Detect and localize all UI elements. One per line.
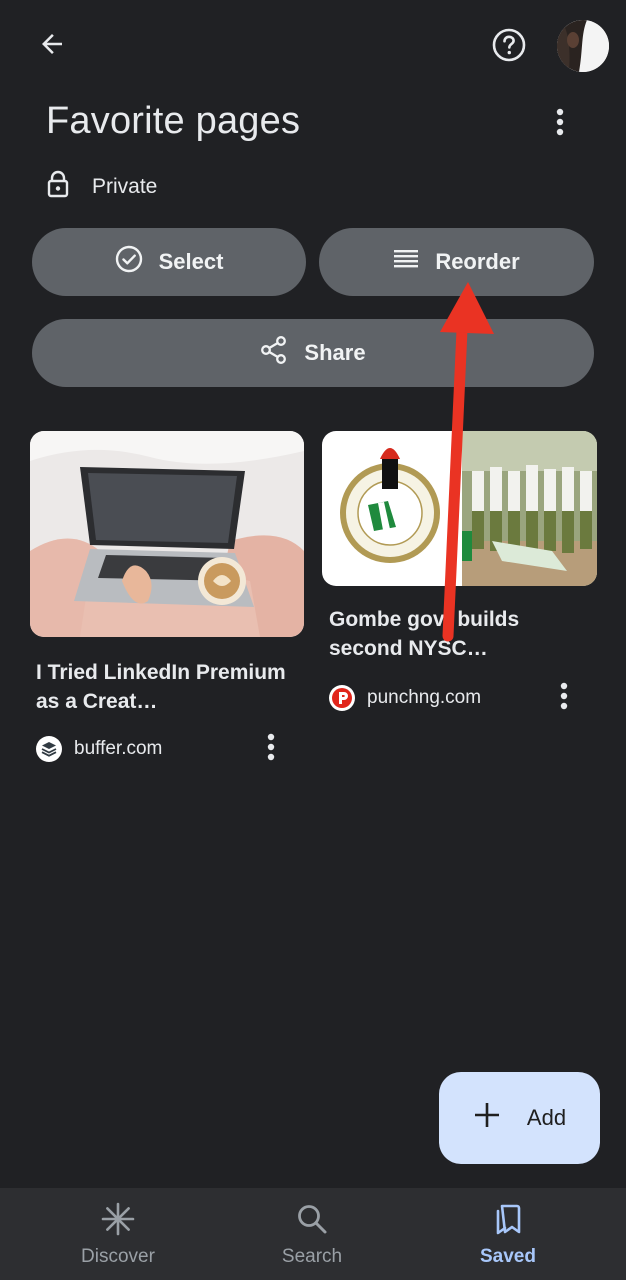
plus-icon xyxy=(473,1101,501,1135)
card-more-button-2[interactable] xyxy=(549,680,579,716)
reorder-button[interactable]: Reorder xyxy=(319,228,594,296)
more-options-button[interactable] xyxy=(540,102,580,146)
check-circle-icon xyxy=(115,245,143,279)
arrow-back-icon xyxy=(37,29,67,64)
add-label: Add xyxy=(526,1105,567,1130)
nav-saved[interactable]: Saved xyxy=(428,1188,588,1280)
more-vert-icon xyxy=(556,108,564,141)
card-title-2[interactable]: Gombe govt builds second NYSC… xyxy=(329,605,579,663)
search-icon xyxy=(295,1202,329,1242)
reorder-label: Reorder xyxy=(435,249,520,274)
visibility-row: Private xyxy=(46,170,157,203)
bottom-navigation: Discover Search Saved xyxy=(0,1188,626,1280)
back-button[interactable] xyxy=(28,24,76,68)
page-title: Favorite pages xyxy=(46,100,301,142)
card-more-button-1[interactable] xyxy=(256,731,286,767)
help-circle-icon xyxy=(491,27,527,68)
card-title-1[interactable]: I Tried LinkedIn Premium as a Creat… xyxy=(36,658,286,716)
nav-saved-label: Saved xyxy=(480,1246,536,1267)
help-button[interactable] xyxy=(486,24,532,70)
more-vert-icon xyxy=(560,682,568,715)
card-source-label-1: buffer.com xyxy=(74,738,163,759)
visibility-label: Private xyxy=(92,174,158,198)
card-thumbnail-nysc[interactable] xyxy=(322,431,597,586)
lock-icon xyxy=(46,170,70,203)
nav-search-label: Search xyxy=(281,1246,343,1267)
card-source-1: buffer.com xyxy=(36,736,162,762)
reorder-icon xyxy=(393,249,419,275)
punch-logo-icon xyxy=(329,685,355,711)
share-button[interactable]: Share xyxy=(32,319,594,387)
card-source-2: punchng.com xyxy=(329,685,481,711)
asterisk-icon xyxy=(101,1202,135,1242)
card-thumbnail-laptop[interactable] xyxy=(30,431,304,637)
add-button[interactable]: Add xyxy=(439,1072,600,1164)
nav-discover[interactable]: Discover xyxy=(38,1188,198,1280)
select-button[interactable]: Select xyxy=(32,228,306,296)
card-source-label-2: punchng.com xyxy=(367,687,482,708)
nav-search[interactable]: Search xyxy=(232,1188,392,1280)
buffer-logo-icon xyxy=(36,736,62,762)
share-icon xyxy=(260,335,288,371)
more-vert-icon xyxy=(267,733,275,766)
bookmarks-icon xyxy=(491,1202,525,1242)
nav-discover-label: Discover xyxy=(81,1246,155,1267)
account-avatar[interactable] xyxy=(557,20,609,72)
share-label: Share xyxy=(304,340,366,365)
select-label: Select xyxy=(158,249,224,274)
